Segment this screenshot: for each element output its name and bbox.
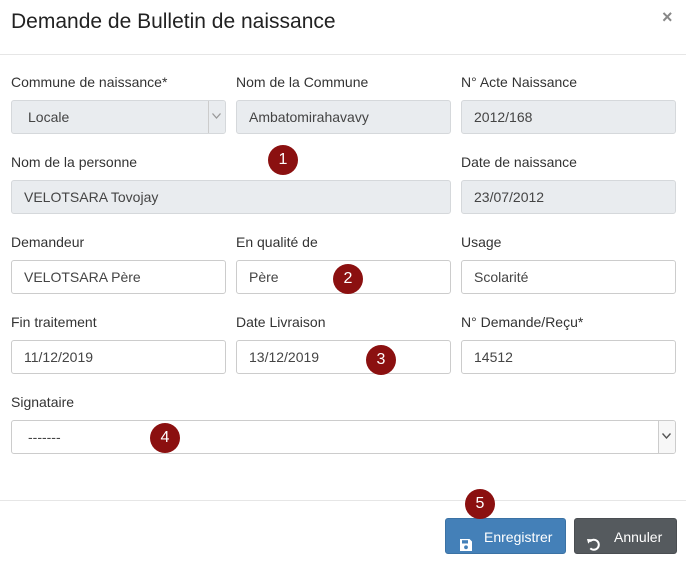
qualite-label: En qualité de [236,234,318,250]
footer-divider [0,500,686,501]
close-icon[interactable]: × [662,8,673,26]
date-naissance-field[interactable]: 23/07/2012 [461,180,676,214]
signataire-select[interactable]: ------- [11,420,676,454]
nom-commune-label: Nom de la Commune [236,74,369,90]
signataire-value: ------- [28,429,61,445]
nom-commune-field[interactable]: Ambatomirahavavy [236,100,451,134]
chevron-down-icon [208,101,225,133]
marker-4: 4 [150,423,180,453]
date-naissance-label: Date de naissance [461,154,577,170]
signataire-label: Signataire [11,394,75,410]
dialog-title: Demande de Bulletin de naissance [11,10,336,33]
cancel-button[interactable]: Annuler [574,518,677,554]
usage-field[interactable]: Scolarité [461,260,676,294]
date-livraison-field[interactable]: 13/12/2019 [236,340,451,374]
commune-naissance-select[interactable]: Locale [11,100,226,134]
demandeur-field[interactable]: VELOTSARA Père [11,260,226,294]
fin-traitement-label: Fin traitement [11,314,97,330]
nom-personne-label: Nom de la personne [11,154,138,170]
commune-naissance-label: Commune de naissance* [11,74,168,90]
acte-naissance-field[interactable]: 2012/168 [461,100,676,134]
commune-naissance-value: Locale [28,109,70,125]
date-livraison-label: Date Livraison [236,314,326,330]
fin-traitement-field[interactable]: 11/12/2019 [11,340,226,374]
marker-5: 5 [465,489,495,519]
save-button[interactable]: Enregistrer [445,518,566,554]
demandeur-label: Demandeur [11,234,85,250]
cancel-button-label: Annuler [614,529,663,545]
marker-3: 3 [366,345,396,375]
demande-recu-label: N° Demande/Reçu* [461,314,584,330]
acte-naissance-label: N° Acte Naissance [461,74,578,90]
header-divider [0,54,686,55]
marker-1: 1 [268,145,298,175]
save-button-label: Enregistrer [484,529,553,545]
demande-recu-field[interactable]: 14512 [461,340,676,374]
chevron-down-icon [658,421,675,453]
nom-personne-field[interactable]: VELOTSARA Tovojay [11,180,451,214]
usage-label: Usage [461,234,502,250]
marker-2: 2 [333,264,363,294]
